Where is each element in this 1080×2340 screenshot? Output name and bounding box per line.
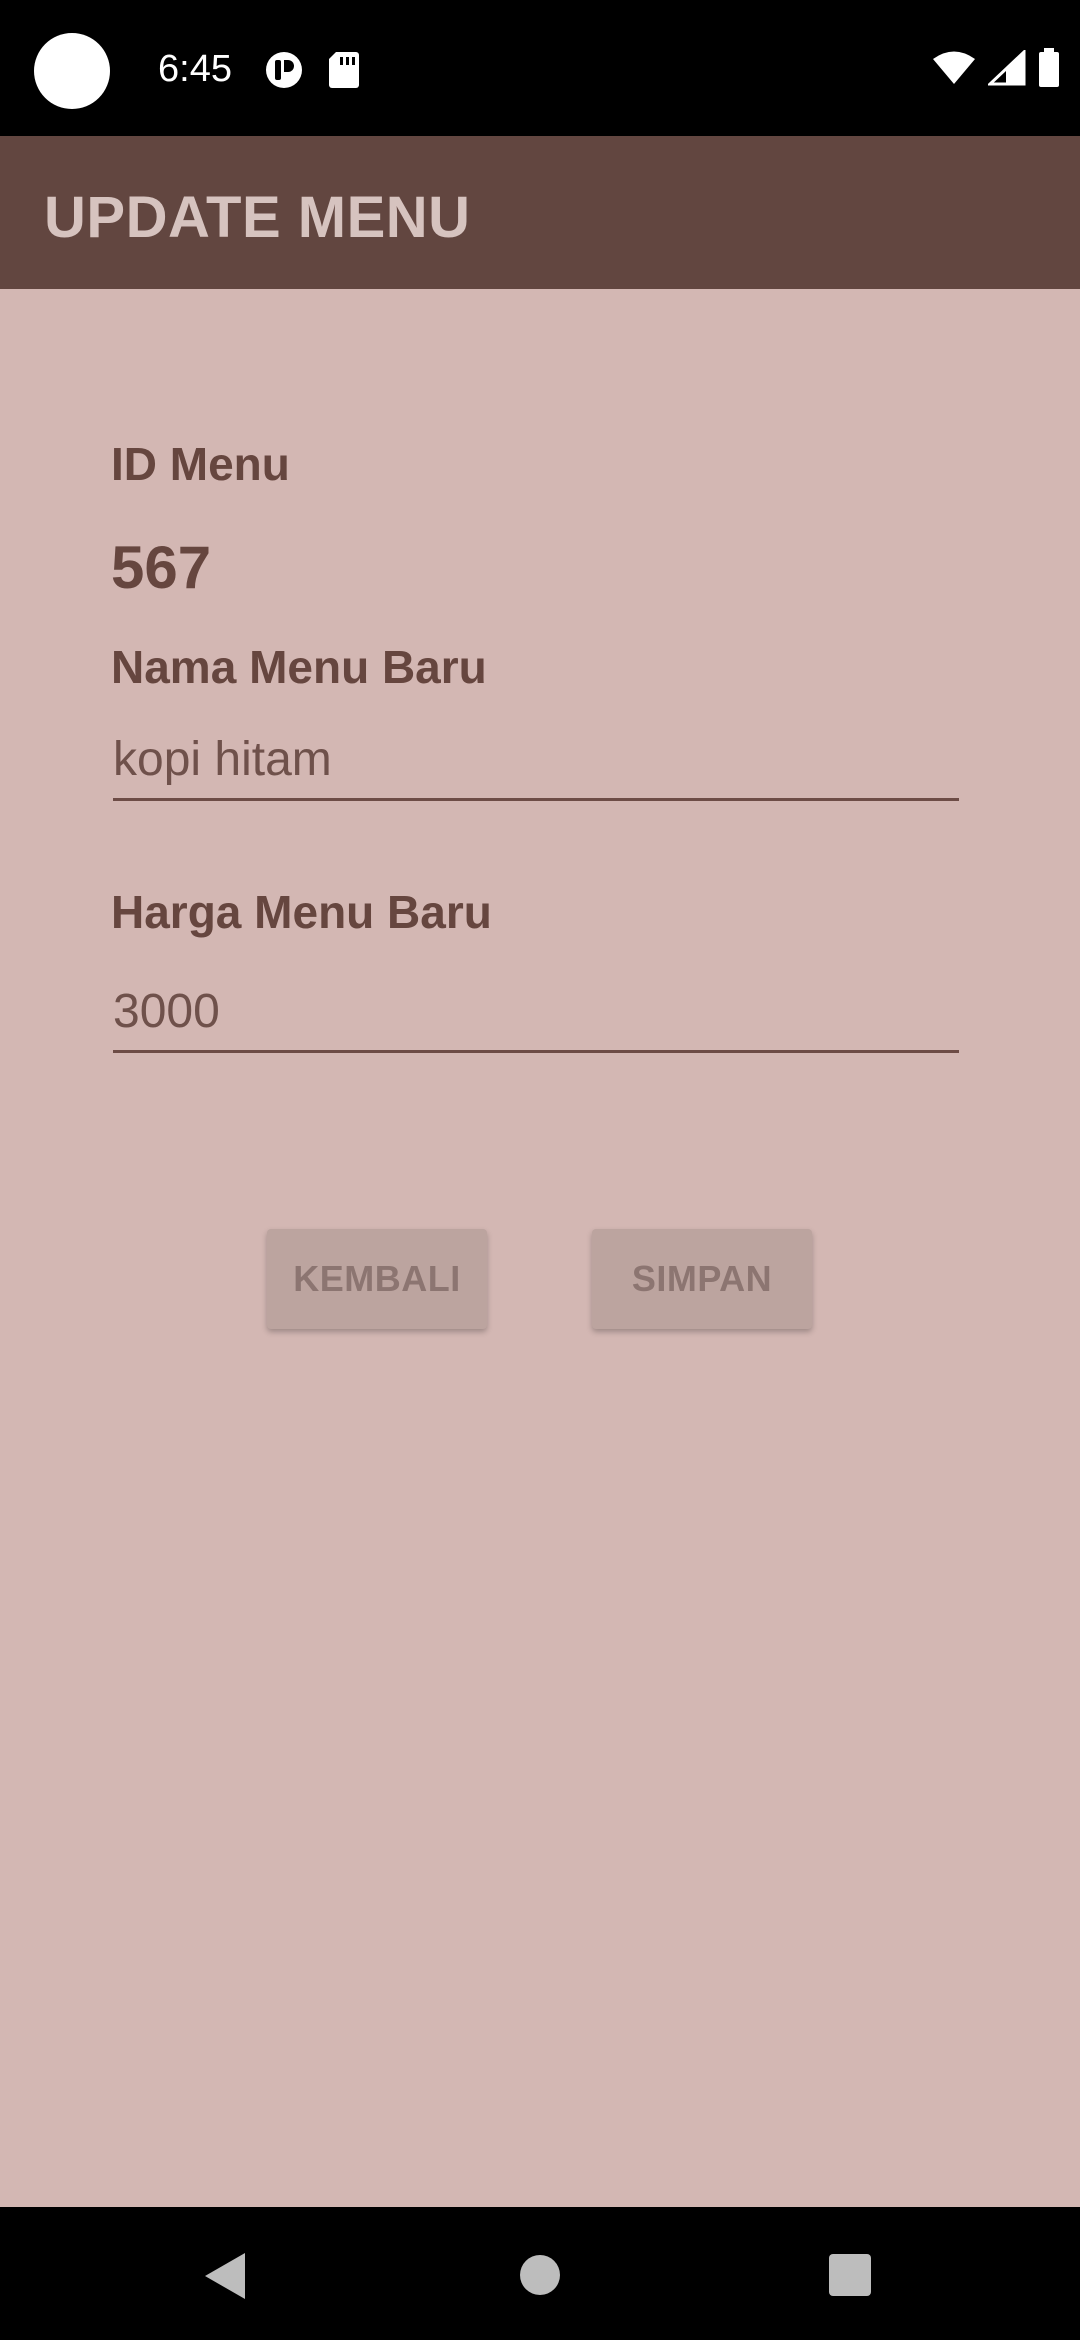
navigation-bar: [0, 2207, 1080, 2340]
app-bar: UPDATE MENU: [0, 136, 1080, 289]
menu-name-label: Nama Menu Baru: [111, 641, 487, 693]
form-content: ID Menu 567 Nama Menu Baru Harga Menu Ba…: [0, 289, 1080, 2207]
camera-cutout: [34, 33, 110, 109]
status-bar: 6:45: [0, 0, 1080, 136]
recents-icon[interactable]: [829, 2254, 871, 2296]
id-menu-value: 567: [111, 534, 212, 601]
page-title: UPDATE MENU: [44, 185, 471, 250]
battery-icon: [1039, 48, 1059, 87]
notification-app-icon: [266, 52, 302, 88]
back-button[interactable]: KEMBALI: [267, 1229, 487, 1329]
phone-screen: 6:45 UPDATE MENU ID Menu 567 Nama Menu B…: [0, 0, 1080, 2340]
save-button[interactable]: SIMPAN: [592, 1229, 812, 1329]
menu-price-label: Harga Menu Baru: [111, 886, 492, 938]
sd-card-icon: [329, 52, 359, 88]
home-icon[interactable]: [520, 2255, 560, 2295]
id-menu-label: ID Menu: [111, 438, 290, 490]
menu-price-input[interactable]: [113, 973, 959, 1053]
status-indicators: [932, 48, 1060, 88]
wifi-icon: [933, 51, 975, 84]
cell-signal-icon: [988, 50, 1026, 86]
menu-name-input[interactable]: [113, 721, 959, 801]
status-time: 6:45: [158, 48, 232, 90]
back-icon[interactable]: [205, 2253, 245, 2299]
